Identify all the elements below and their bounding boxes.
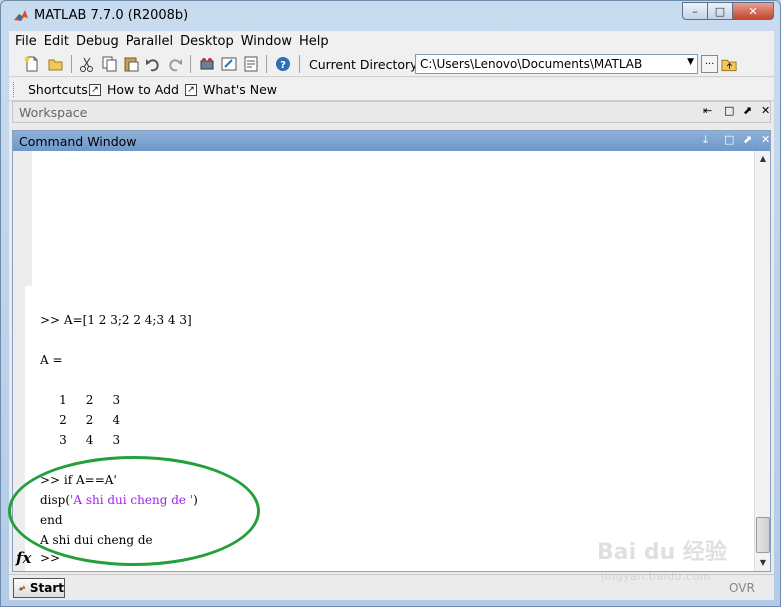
menu-help[interactable]: Help [299, 34, 329, 49]
start-label: Start [29, 581, 64, 595]
window-title: MATLAB 7.7.0 (R2008b) [34, 8, 189, 23]
command-window: Command Window ⤓ □ ⬈ ✕ >> A=[1 2 3;2 2 4… [12, 130, 771, 572]
code-fragment: ) [193, 493, 198, 507]
scroll-up-icon[interactable]: ▲ [755, 151, 771, 167]
shortcuts-bar: Shortcuts ↗ How to Add ↗ What's New [9, 78, 774, 101]
menu-parallel[interactable]: Parallel [126, 34, 173, 49]
left-margin [13, 151, 25, 571]
toolbar-separator [71, 55, 72, 73]
matlab-logo-icon [14, 10, 28, 21]
minimize-button[interactable]: – [682, 2, 708, 20]
overwrite-indicator: OVR [729, 581, 755, 595]
help-icon[interactable]: ? [274, 55, 292, 73]
history-margin [25, 151, 32, 286]
matrix-row: 2 2 4 [40, 413, 121, 427]
code-fragment: disp( [40, 493, 71, 507]
parent-folder-icon[interactable] [721, 56, 738, 72]
matlab-window: MATLAB 7.7.0 (R2008b) – □ ✕ File Edit De… [0, 0, 781, 607]
pin-icon[interactable]: ⇤ [703, 104, 712, 117]
shortcut-whats-new-label: What's New [203, 82, 278, 97]
shortcuts-menu[interactable]: Shortcuts [28, 82, 88, 97]
guide-icon[interactable] [220, 55, 238, 73]
workspace-title[interactable]: Workspace [19, 105, 87, 120]
maximize-icon[interactable]: □ [724, 104, 734, 117]
toolbar-separator [299, 55, 300, 73]
command-line: >> if A==A' [40, 473, 117, 487]
command-output[interactable]: >> A=[1 2 3;2 2 4;3 4 3] A = 1 2 3 2 2 4… [13, 151, 753, 571]
undo-icon[interactable] [144, 55, 162, 73]
shortcut-whats-new[interactable]: ↗ What's New [185, 82, 277, 97]
copy-icon[interactable] [100, 55, 118, 73]
menu-desktop[interactable]: Desktop [180, 34, 234, 49]
toolbar-separator [266, 55, 267, 73]
string-literal: 'A shi dui cheng de ' [70, 493, 194, 507]
dropdown-arrow-icon[interactable]: ▼ [687, 57, 694, 67]
toolbar-grip[interactable] [13, 82, 16, 97]
command-prompt[interactable]: >> [40, 551, 60, 565]
close-icon[interactable]: ✕ [761, 133, 770, 146]
client-area: File Edit Debug Parallel Desktop Window … [9, 31, 774, 600]
shortcut-how-to-add-label: How to Add [107, 82, 179, 97]
minimize-icon: – [692, 4, 698, 18]
shortcut-how-to-add[interactable]: ↗ How to Add [89, 82, 179, 97]
menu-edit[interactable]: Edit [44, 34, 69, 49]
shortcuts-label: Shortcuts [28, 82, 88, 97]
cut-icon[interactable] [78, 55, 96, 73]
new-file-icon[interactable] [23, 55, 41, 73]
maximize-icon: □ [714, 4, 726, 18]
title-bar[interactable]: MATLAB 7.7.0 (R2008b) – □ ✕ [1, 1, 780, 31]
paste-icon[interactable] [122, 55, 140, 73]
maximize-button[interactable]: □ [707, 2, 733, 20]
dock-icon[interactable]: ⤓ [703, 133, 708, 147]
menu-window[interactable]: Window [241, 34, 292, 49]
current-directory-select[interactable]: C:\Users\Lenovo\Documents\MATLAB ▼ [415, 54, 698, 74]
open-folder-icon[interactable] [47, 55, 65, 73]
undock-icon[interactable]: ⬈ [743, 133, 752, 146]
output-line: A shi dui cheng de [40, 533, 153, 547]
current-directory-value: C:\Users\Lenovo\Documents\MATLAB [420, 57, 643, 71]
toolbar: ? Current Directory: C:\Users\Lenovo\Doc… [9, 51, 774, 77]
start-button[interactable]: Start [13, 578, 65, 598]
output-line: A = [40, 353, 63, 367]
command-line: end [40, 513, 63, 527]
scroll-down-icon[interactable]: ▼ [755, 555, 771, 571]
vertical-scrollbar[interactable]: ▲ ▼ [754, 151, 770, 571]
matlab-logo-icon [18, 585, 26, 591]
command-line: >> A=[1 2 3;2 2 4;3 4 3] [40, 313, 192, 327]
maximize-icon[interactable]: □ [724, 133, 734, 146]
close-icon: ✕ [748, 4, 758, 18]
matrix-row: 1 2 3 [40, 393, 121, 407]
close-button[interactable]: ✕ [732, 2, 774, 20]
window-controls: – □ ✕ [682, 2, 774, 20]
shortcut-icon: ↗ [185, 83, 197, 96]
profiler-icon[interactable] [242, 55, 260, 73]
svg-text:?: ? [280, 60, 286, 71]
menu-debug[interactable]: Debug [76, 34, 119, 49]
browse-folder-button[interactable]: ... [701, 55, 718, 73]
shortcut-icon: ↗ [89, 83, 101, 96]
current-directory-label: Current Directory: [309, 57, 421, 72]
undock-icon[interactable]: ⬈ [743, 104, 752, 117]
command-window-title[interactable]: Command Window [19, 134, 137, 149]
redo-icon[interactable] [166, 55, 184, 73]
function-browser-icon[interactable]: fx [16, 549, 31, 567]
scrollbar-thumb[interactable] [756, 517, 770, 553]
matrix-row: 3 4 3 [40, 433, 121, 447]
menu-bar: File Edit Debug Parallel Desktop Window … [9, 31, 774, 51]
simulink-icon[interactable] [198, 55, 216, 73]
toolbar-separator [190, 55, 191, 73]
status-bar: Start OVR [9, 574, 774, 600]
command-line: disp('A shi dui cheng de ') [40, 493, 198, 507]
workspace-panel-header: Workspace ⇤ □ ⬈ ✕ [12, 101, 771, 123]
close-icon[interactable]: ✕ [761, 104, 770, 117]
command-window-header: Command Window ⤓ □ ⬈ ✕ [13, 131, 770, 151]
menu-file[interactable]: File [15, 34, 37, 49]
